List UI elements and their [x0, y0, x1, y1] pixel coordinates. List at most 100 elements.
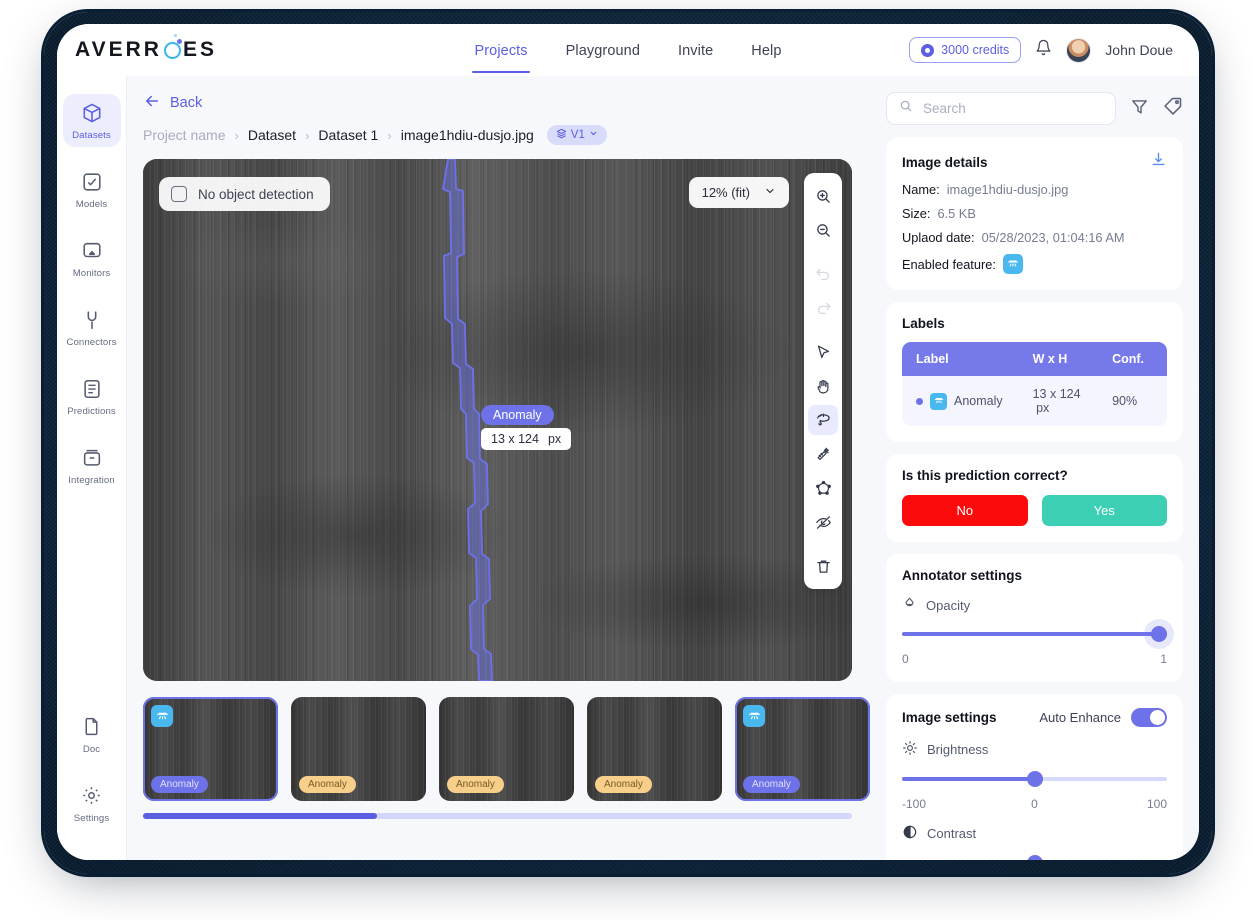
prediction-yes-button[interactable]: Yes	[1042, 495, 1168, 526]
sidebar: Datasets Models Monitors	[57, 76, 127, 860]
anomaly-dimensions-value: 13 x 124	[491, 432, 539, 446]
sidebar-item-integration[interactable]: Integration	[63, 439, 121, 492]
search-input[interactable]	[923, 101, 1103, 116]
thumbnail-item[interactable]: Anomaly	[291, 697, 426, 801]
chevron-down-icon	[589, 129, 598, 141]
anomaly-label: Anomaly	[481, 405, 554, 425]
opacity-min-label: 0	[902, 652, 909, 666]
polygon-icon[interactable]	[808, 473, 838, 503]
sidebar-label-monitors: Monitors	[73, 268, 111, 279]
opacity-knob[interactable]	[1151, 626, 1167, 642]
label-wxh-value: 13 x 124	[1033, 387, 1081, 401]
cursor-select-icon[interactable]	[808, 337, 838, 367]
brightness-mid-label: 0	[1031, 797, 1038, 811]
nav-item-playground[interactable]: Playground	[564, 27, 642, 73]
thumbnail-item[interactable]: Anomaly	[587, 697, 722, 801]
opacity-slider[interactable]	[902, 623, 1167, 645]
brightness-knob[interactable]	[1027, 771, 1043, 787]
prediction-feedback-card: Is this prediction correct? No Yes	[886, 454, 1183, 542]
filter-icon[interactable]	[1130, 97, 1149, 121]
opacity-fill	[902, 632, 1167, 636]
sidebar-label-datasets: Datasets	[72, 130, 111, 141]
sidebar-item-predictions[interactable]: Predictions	[63, 370, 121, 423]
file-icon	[81, 716, 102, 740]
eye-off-icon[interactable]	[808, 507, 838, 537]
nav-item-projects[interactable]: Projects	[472, 27, 529, 73]
image-name-row: Name: image1hdiu-dusjo.jpg	[902, 182, 1167, 197]
download-icon[interactable]	[1150, 151, 1167, 173]
thumbnail-scrollbar[interactable]	[143, 813, 852, 819]
sidebar-item-datasets[interactable]: Datasets	[63, 94, 121, 147]
contrast-slider[interactable]	[902, 852, 1167, 860]
thumbnail-badge: Anomaly	[595, 776, 652, 793]
trash-icon[interactable]	[808, 551, 838, 581]
nav-item-invite[interactable]: Invite	[676, 27, 715, 73]
nav-item-help[interactable]: Help	[749, 27, 783, 73]
sidebar-item-connectors[interactable]: Connectors	[63, 301, 121, 354]
image-details-header: Image details	[902, 151, 1167, 173]
no-object-detection-toggle[interactable]: No object detection	[159, 177, 330, 211]
tag-icon[interactable]	[1163, 96, 1183, 121]
hand-pan-icon[interactable]	[808, 371, 838, 401]
contrast-knob[interactable]	[1027, 855, 1043, 860]
breadcrumb-item-dataset-1[interactable]: Dataset 1	[318, 127, 378, 143]
breadcrumb-item-project[interactable]: Project name	[143, 127, 225, 143]
thumbnail-badge: Anomaly	[299, 776, 356, 793]
thumbnail-badge: Anomaly	[743, 776, 800, 793]
labels-col-wxh: W x H	[1019, 342, 1099, 376]
scrollbar-thumb[interactable]	[143, 813, 377, 819]
image-size-row: Size: 6.5 KB	[902, 206, 1167, 221]
breadcrumb-separator: ›	[305, 128, 309, 143]
sidebar-item-models[interactable]: Models	[63, 163, 121, 216]
anomaly-tooltip: Anomaly 13 x 124 px	[481, 405, 571, 450]
sidebar-item-doc[interactable]: Doc	[63, 708, 121, 761]
prediction-buttons: No Yes	[902, 495, 1167, 526]
breadcrumb-separator: ›	[234, 128, 238, 143]
opacity-max-label: 1	[1160, 652, 1167, 666]
anomaly-feature-icon	[151, 705, 173, 727]
avatar[interactable]	[1066, 38, 1091, 63]
plug-icon	[81, 309, 103, 333]
thumbnail-item[interactable]: Anomaly	[143, 697, 278, 801]
anomaly-dimensions: 13 x 124 px	[481, 428, 571, 450]
thumbnail-item[interactable]: Anomaly	[735, 697, 870, 801]
credits-badge[interactable]: 3000 credits	[909, 37, 1021, 63]
thumbnail-item[interactable]: Anomaly	[439, 697, 574, 801]
sidebar-item-settings[interactable]: Settings	[63, 777, 121, 830]
magic-brush-icon[interactable]	[808, 439, 838, 469]
lasso-select-icon[interactable]	[808, 405, 838, 435]
bell-icon[interactable]	[1035, 39, 1052, 61]
credits-label: 3000 credits	[941, 43, 1009, 57]
detection-checkbox[interactable]	[171, 186, 187, 202]
zoom-level-select[interactable]: 12% (fit)	[689, 177, 789, 208]
zoom-out-icon[interactable]	[808, 215, 838, 245]
thumbnail-strip: Anomaly Anomaly Anomaly Anomaly	[143, 697, 872, 801]
sidebar-label-models: Models	[76, 199, 108, 210]
thumbnail-badge: Anomaly	[447, 776, 504, 793]
table-row[interactable]: Anomaly 13 x 124 px 90%	[902, 376, 1167, 426]
prediction-no-button[interactable]: No	[902, 495, 1028, 526]
label-cell: Anomaly	[902, 376, 1019, 426]
layers-icon	[556, 128, 567, 142]
version-label: V1	[571, 129, 585, 141]
auto-enhance-toggle[interactable]	[1131, 708, 1167, 727]
search-box[interactable]	[886, 92, 1116, 125]
sidebar-item-monitors[interactable]: Monitors	[63, 232, 121, 285]
labels-table-body: Anomaly 13 x 124 px 90%	[902, 376, 1167, 426]
sun-icon	[902, 740, 918, 759]
back-label: Back	[170, 95, 202, 111]
back-button[interactable]: Back	[143, 92, 872, 114]
opacity-label: Opacity	[926, 598, 970, 613]
image-viewer[interactable]: No object detection 12% (fit)	[143, 159, 852, 681]
version-badge[interactable]: V1	[547, 125, 607, 145]
auto-enhance-row: Auto Enhance	[1039, 708, 1167, 727]
zoom-in-icon[interactable]	[808, 181, 838, 211]
label-color-dot	[916, 398, 923, 405]
breadcrumb-item-dataset[interactable]: Dataset	[248, 127, 296, 143]
labels-col-conf: Conf.	[1098, 342, 1167, 376]
brightness-row: Brightness	[902, 740, 1167, 759]
detection-label: No object detection	[198, 187, 314, 202]
right-panel: Image details Name: image1hdiu-dusjo.jpg…	[872, 76, 1199, 860]
brightness-slider[interactable]	[902, 768, 1167, 790]
search-icon	[899, 99, 913, 118]
